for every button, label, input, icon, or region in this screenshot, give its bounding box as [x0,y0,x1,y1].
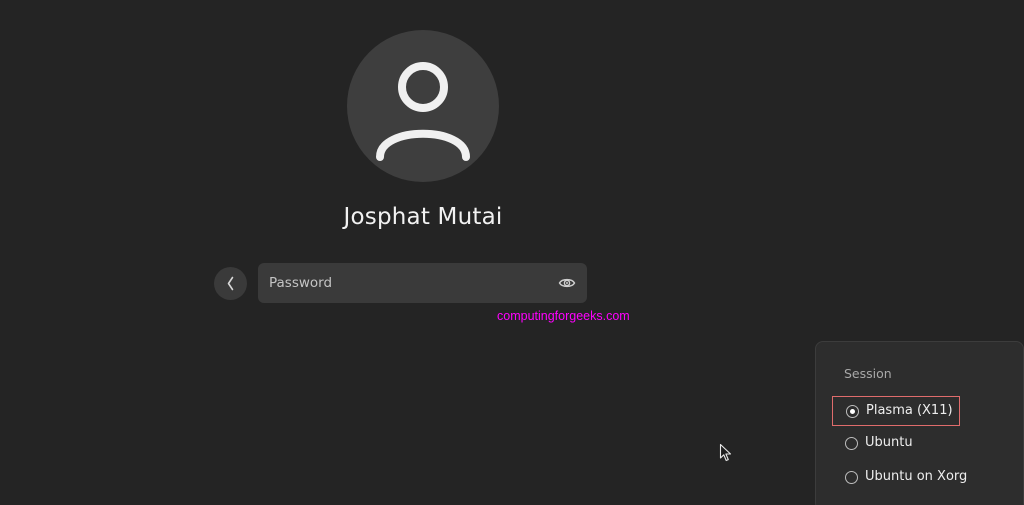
session-option-label: Ubuntu [865,435,913,450]
user-name: Josphat Mutai [0,204,846,230]
login-screen: Josphat Mutai computingforgeeks.com Sess… [0,0,1024,505]
radio-unselected-icon [845,437,858,450]
radio-selected-icon [846,405,859,418]
session-option-label: Plasma (X11) [866,403,953,418]
chevron-left-icon [214,267,247,300]
mouse-pointer-icon [719,443,733,463]
session-option-ubuntu-on-xorg[interactable]: Ubuntu on Xorg [832,463,960,493]
eye-icon[interactable] [558,275,576,291]
session-title: Session [844,366,892,381]
password-input[interactable] [258,263,548,303]
user-avatar-icon [347,30,499,182]
session-menu: Session Plasma (X11) Ubuntu Ubuntu on Xo… [815,341,1024,505]
session-option-plasma-x11[interactable]: Plasma (X11) [832,396,960,426]
session-option-label: Ubuntu on Xorg [865,469,967,484]
watermark-text: computingforgeeks.com [497,309,630,323]
back-button[interactable] [214,267,247,300]
radio-unselected-icon [845,471,858,484]
password-field [258,263,587,303]
user-avatar [347,30,499,182]
session-option-ubuntu[interactable]: Ubuntu [832,429,960,459]
